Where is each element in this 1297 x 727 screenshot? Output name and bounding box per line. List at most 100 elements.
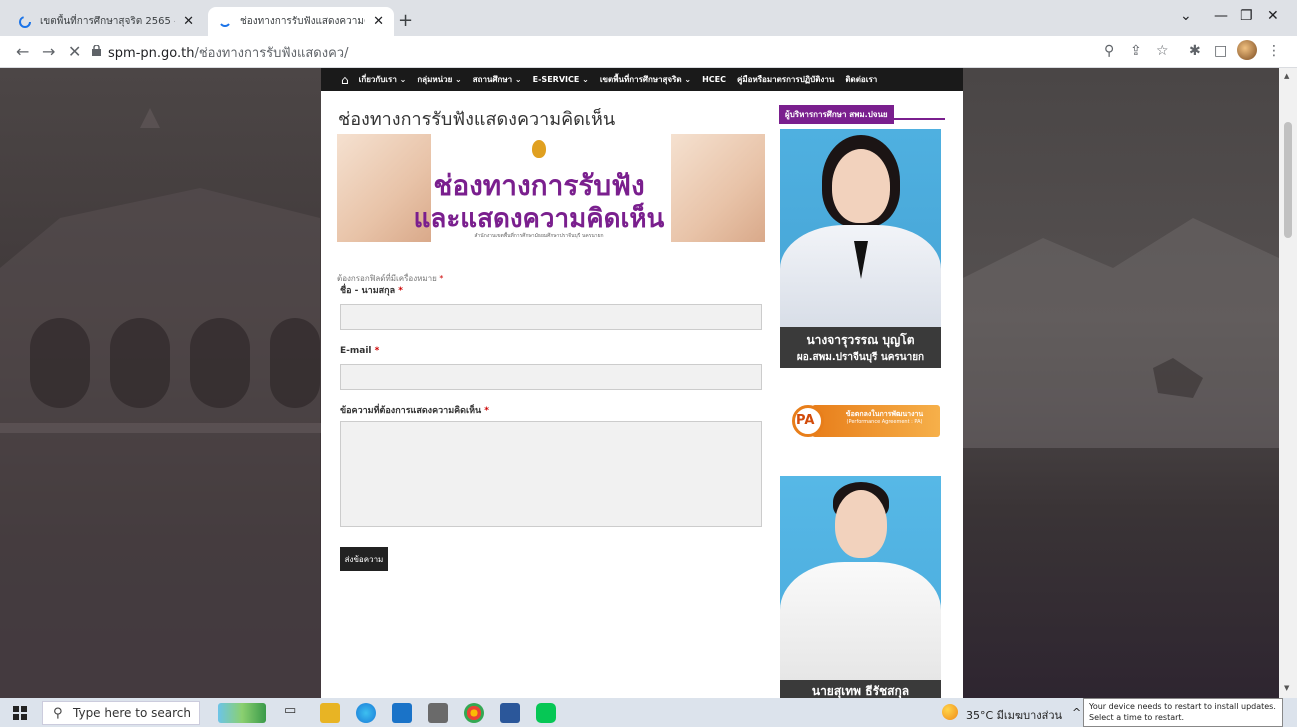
page-scrollbar[interactable]: ▲ ▼	[1279, 68, 1297, 698]
scroll-thumb[interactable]	[1284, 122, 1292, 238]
portrait-face	[834, 490, 887, 558]
nav-eservice[interactable]: E-SERVICE ⌄	[533, 75, 589, 84]
tab-close-icon[interactable]: ✕	[183, 14, 194, 29]
extensions-icon[interactable]: ✱	[1189, 43, 1201, 59]
portrait-face	[831, 149, 890, 223]
task-view-icon[interactable]: ▭	[284, 703, 304, 723]
tab-close-icon[interactable]: ✕	[373, 14, 384, 29]
tab-feedback-channel[interactable]: ช่องทางการรับฟังแสดงความคิดเห็น – ✕	[208, 7, 394, 36]
word-icon[interactable]	[500, 703, 520, 723]
site-navigation: ⌂ เกี่ยวกับเรา ⌄ กลุ่มหน่วย ⌄ สถานศึกษา …	[321, 68, 963, 91]
media-player-icon[interactable]	[428, 703, 448, 723]
pa-subtitle: (Performance Agreement : PA)	[846, 419, 923, 425]
feedback-banner: ช่องทางการรับฟัง และแสดงความคิดเห็น สำนั…	[337, 134, 765, 242]
required-star: *	[374, 346, 380, 356]
director-name: นางจารุวรรณ บุญโต	[806, 333, 915, 347]
nav-about[interactable]: เกี่ยวกับเรา ⌄	[359, 73, 407, 86]
mail-icon[interactable]	[392, 703, 412, 723]
nav-integrity[interactable]: เขตพื้นที่การศึกษาสุจริต ⌄	[600, 73, 691, 86]
required-star: *	[398, 286, 403, 296]
nav-contact[interactable]: ติดต่อเรา	[845, 73, 877, 86]
sidebar-heading: ผู้บริหารการศึกษา สพม.ปจนย	[779, 102, 945, 124]
message-textarea[interactable]	[340, 421, 762, 527]
weather-text[interactable]: 35°C มีเมฆบางส่วน	[966, 706, 1062, 724]
pa-badge: PA	[796, 413, 815, 428]
email-label-text: E-mail	[340, 346, 372, 356]
director-title: ผอ.สพม.ปราจีนบุรี นครนายก	[796, 352, 925, 363]
tab-search-icon[interactable]: ⌄	[1180, 8, 1192, 24]
message-label-text: ข้อความที่ต้องการแสดงความคิดเห็น	[340, 406, 482, 416]
tray-caret-icon[interactable]: ^	[1072, 706, 1081, 719]
search-icon: ⚲	[53, 706, 63, 721]
forward-button[interactable]: →	[42, 42, 55, 61]
profile-avatar[interactable]	[1237, 40, 1257, 60]
director-portrait[interactable]: นางจารุวรรณ บุญโต ผอ.สพม.ปราจีนบุรี นครน…	[780, 129, 941, 368]
name-input[interactable]	[340, 304, 762, 330]
search-placeholder: Type here to search	[73, 706, 191, 720]
main-content: ⌂ เกี่ยวกับเรา ⌄ กลุ่มหน่วย ⌄ สถานศึกษา …	[321, 68, 963, 698]
weather-icon[interactable]	[942, 704, 958, 720]
pa-banner[interactable]: PA ข้อตกลงในการพัฒนางาน (Performance Agr…	[784, 395, 940, 445]
mountain-silhouette	[963, 218, 1279, 448]
email-label: E-mail *	[340, 346, 379, 356]
nav-manuals[interactable]: คู่มือหรือมาตรการปฏิบัติงาน	[737, 73, 834, 86]
tab-school-district[interactable]: เขตพื้นที่การศึกษาสุจริต 2565 – สำนัก ✕	[8, 7, 204, 36]
back-button[interactable]: ←	[16, 42, 29, 61]
required-star: *	[439, 274, 444, 283]
url-field[interactable]: spm-pn.go.th/ช่องทางการรับฟังแสดงคว/	[108, 42, 348, 63]
nav-hcec[interactable]: HCEC	[702, 75, 726, 84]
required-star: *	[484, 406, 490, 416]
url-host: spm-pn.go.th	[108, 46, 195, 61]
portrait-uniform	[780, 562, 941, 682]
message-label: ข้อความที่ต้องการแสดงความคิดเห็น *	[340, 403, 489, 417]
chrome-icon[interactable]	[464, 703, 484, 723]
stop-button[interactable]: ✕	[68, 42, 81, 61]
edge-browser-icon[interactable]	[356, 703, 376, 723]
submit-button[interactable]: ส่งข้อความ	[340, 547, 388, 571]
sidebar-heading-text: ผู้บริหารการศึกษา สพม.ปจนย	[779, 105, 894, 124]
required-note-text: ต้องกรอกฟิลด์ที่มีเครื่องหมาย	[337, 274, 437, 283]
browser-tab-bar: เขตพื้นที่การศึกษาสุจริต 2565 – สำนัก ✕ …	[0, 0, 1297, 36]
restart-notification[interactable]: Your device needs to restart to install …	[1083, 698, 1283, 727]
background-palace-image	[0, 68, 321, 698]
deputy-name: นายสุเทพ ธีรัชสกุล	[811, 684, 910, 698]
side-panel-icon[interactable]: □	[1214, 43, 1227, 59]
address-bar-row: ← → ✕ spm-pn.go.th/ช่องทางการรับฟังแสดงค…	[0, 36, 1297, 68]
nav-groups[interactable]: กลุ่มหน่วย ⌄	[417, 73, 461, 86]
close-window-button[interactable]: ✕	[1267, 8, 1279, 24]
email-input[interactable]	[340, 364, 762, 390]
portrait-tie	[853, 241, 868, 279]
director-caption: นางจารุวรรณ บุญโต ผอ.สพม.ปราจีนบุรี นครน…	[780, 327, 941, 368]
lock-icon[interactable]	[92, 45, 101, 56]
bookmark-star-icon[interactable]: ☆	[1156, 43, 1169, 59]
office-logo-icon	[532, 140, 546, 158]
loading-icon	[220, 22, 230, 27]
nav-schools[interactable]: สถานศึกษา ⌄	[473, 73, 522, 86]
background-lake-image	[963, 68, 1279, 698]
tab-title: เขตพื้นที่การศึกษาสุจริต 2565 – สำนัก	[40, 16, 175, 27]
windows-start-icon[interactable]	[13, 706, 27, 720]
scroll-up-icon[interactable]: ▲	[1284, 72, 1289, 80]
menu-icon[interactable]: ⋮	[1267, 43, 1281, 59]
share-icon[interactable]: ⇪	[1130, 43, 1142, 59]
scroll-down-icon[interactable]: ▼	[1284, 684, 1289, 692]
deputy-portrait[interactable]: นายสุเทพ ธีรัชสกุล	[780, 476, 941, 698]
url-path: /ช่องทางการรับฟังแสดงคว/	[194, 46, 349, 61]
deputy-caption: นายสุเทพ ธีรัชสกุล	[780, 680, 941, 698]
news-widget-icon[interactable]	[218, 703, 266, 723]
loading-icon	[19, 15, 31, 28]
web-page: ⌂ เกี่ยวกับเรา ⌄ กลุ่มหน่วย ⌄ สถานศึกษา …	[0, 68, 1279, 698]
tab-title: ช่องทางการรับฟังแสดงความคิดเห็น –	[240, 16, 365, 27]
zoom-icon[interactable]: ⚲	[1104, 43, 1114, 59]
page-title: ช่องทางการรับฟังแสดงความคิดเห็น	[338, 109, 616, 130]
name-label: ชื่อ - นามสกุล *	[340, 283, 403, 297]
palace-silhouette	[0, 108, 321, 698]
home-icon[interactable]: ⌂	[341, 73, 349, 87]
line-app-icon[interactable]	[536, 703, 556, 723]
restore-button[interactable]: ❐	[1240, 8, 1253, 24]
banner-subtitle: สำนักงานเขตพื้นที่การศึกษามัธยมศึกษาปราจ…	[474, 233, 604, 239]
new-tab-button[interactable]: +	[398, 10, 413, 31]
taskbar-search-box[interactable]: ⚲ Type here to search	[42, 701, 200, 725]
file-explorer-icon[interactable]	[320, 703, 340, 723]
minimize-button[interactable]: —	[1214, 8, 1228, 24]
